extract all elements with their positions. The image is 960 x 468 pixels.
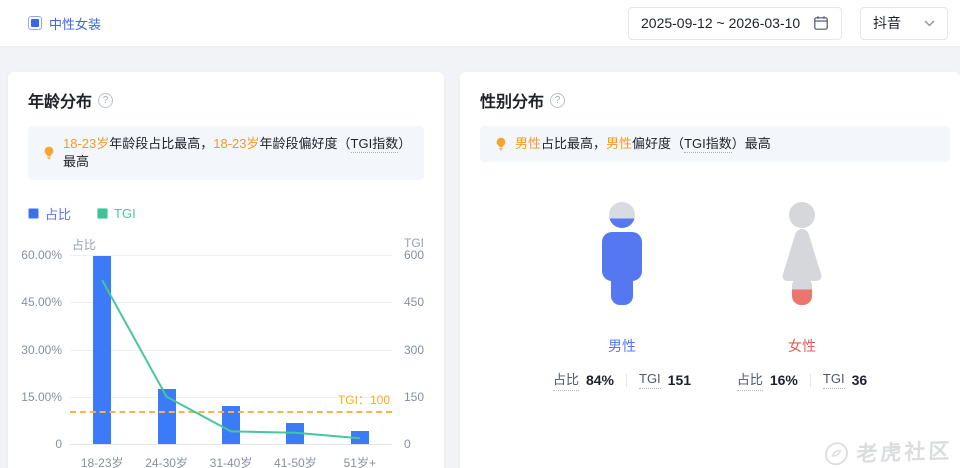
legend-item-tgi[interactable]: TGI <box>97 204 136 223</box>
main-content: 年龄分布 ? 18-23岁年龄段占比最高，18-23岁年龄段偏好度（TGI指数）… <box>8 72 960 468</box>
male-share-value: 84% <box>585 372 614 388</box>
gender-figures: 男性 占比 84% TGI 151 女性 占比 16% TGI 36 <box>480 202 950 391</box>
female-share-value: 16% <box>769 372 798 388</box>
x-axis-label: 41-50岁 <box>274 456 317 468</box>
gender-panel-title: 性别分布 <box>480 94 545 111</box>
insight-text: 占比最高， <box>541 136 607 151</box>
tgi-line-series <box>101 279 360 440</box>
top-toolbar: 中性女装 2025-09-12 ~ 2026-03-10 抖音 <box>0 0 960 46</box>
age-insight-text: 18-23岁年龄段占比最高，18-23岁年龄段偏好度（TGI指数）最高 <box>63 135 410 171</box>
gender-insight-banner: 男性占比最高，男性偏好度（TGI指数）最高 <box>480 126 950 162</box>
left-axis-tick: 45.00% <box>21 295 62 310</box>
help-icon[interactable]: ? <box>550 93 566 108</box>
insight-text: ）最高 <box>731 136 771 151</box>
male-tgi-value: 151 <box>667 372 692 388</box>
bulb-icon <box>494 137 508 151</box>
male-figure-block: 男性 占比 84% TGI 151 <box>532 202 712 391</box>
legend-swatch-icon <box>28 208 39 219</box>
gender-insight-text: 男性占比最高，男性偏好度（TGI指数）最高 <box>515 135 771 153</box>
legend-swatch-icon <box>97 208 109 219</box>
left-axis-tick: 15.00% <box>21 389 62 404</box>
left-axis-tick: 60.00% <box>21 248 62 262</box>
female-share-label: 占比 <box>736 369 763 391</box>
insight-text: TGI指数 <box>684 136 732 153</box>
left-axis-tick: 0 <box>55 437 62 451</box>
right-axis-tick: 600 <box>404 248 425 262</box>
age-insight-banner: 18-23岁年龄段占比最高，18-23岁年龄段偏好度（TGI指数）最高 <box>28 126 424 180</box>
category-filter-label: 中性女装 <box>49 16 102 32</box>
age-chart-legend: 占比 TGI <box>28 204 424 223</box>
divider <box>809 373 811 387</box>
male-tgi-label: TGI <box>639 371 661 389</box>
insight-highlight: 18-23岁 <box>213 136 260 151</box>
date-range-value: 2025-09-12 ~ 2026-03-10 <box>641 15 801 31</box>
legend-label: 占比 <box>45 207 72 222</box>
right-axis-tick: 450 <box>404 295 425 310</box>
x-axis-label: 24-30岁 <box>145 456 188 468</box>
insight-highlight: 18-23岁 <box>63 136 110 151</box>
date-range-picker[interactable]: 2025-09-12 ~ 2026-03-10 <box>628 6 842 40</box>
watermark: 老虎社区 @温度纪 <box>823 435 953 468</box>
legend-label: TGI <box>114 206 136 221</box>
insight-text: 年龄段偏好度（ <box>259 136 351 151</box>
right-axis-tick: 150 <box>404 389 425 404</box>
x-axis-label: 31-40岁 <box>209 456 253 468</box>
age-chart-plot: 占比 TGI 60.00% 45.00% 30.00% 15.00% 0 600 450 300 1… <box>21 236 424 468</box>
male-share-label: 占比 <box>552 369 579 391</box>
male-stats: 占比 84% TGI 151 <box>552 369 692 391</box>
insight-highlight: 男性 <box>515 136 542 151</box>
chevron-down-icon <box>924 20 935 27</box>
platform-select-value: 抖音 <box>873 15 901 31</box>
checkbox-icon[interactable] <box>28 16 42 30</box>
x-axis-label: 51岁+ <box>343 456 376 468</box>
tiger-logo-icon <box>824 441 849 466</box>
x-axis-label: 18-23岁 <box>80 456 124 468</box>
insight-text: 年龄段占比最高， <box>109 136 214 151</box>
watermark-brand: 老虎社区 <box>856 439 953 467</box>
platform-select[interactable]: 抖音 <box>860 6 948 40</box>
bulb-icon <box>42 146 56 160</box>
help-icon[interactable]: ? <box>98 93 114 108</box>
age-panel-title: 年龄分布 <box>28 94 93 111</box>
insight-text: 偏好度（ <box>632 136 685 151</box>
age-distribution-panel: 年龄分布 ? 18-23岁年龄段占比最高，18-23岁年龄段偏好度（TGI指数）… <box>8 72 444 468</box>
right-axis-tick: 300 <box>404 342 425 357</box>
female-figure-block: 女性 占比 16% TGI 36 <box>712 202 892 391</box>
left-axis-tick: 30.00% <box>21 342 62 357</box>
gender-distribution-panel: 性别分布 ? 男性占比最高，男性偏好度（TGI指数）最高 男性 占比 84% T… <box>460 72 960 468</box>
category-filter-tag[interactable]: 中性女装 <box>28 14 101 33</box>
age-chart: 占比 TGI 60.00% 45.00% 30.00% 15.00% 0 600 450 300 1… <box>21 227 424 468</box>
insight-highlight: 男性 <box>606 136 633 151</box>
female-tgi-label: TGI <box>822 371 845 389</box>
female-person-icon <box>782 202 822 305</box>
divider <box>626 373 627 387</box>
female-label: 女性 <box>788 338 816 354</box>
female-tgi-value: 36 <box>851 372 868 388</box>
calendar-icon <box>813 15 829 31</box>
female-stats: 占比 16% TGI 36 <box>736 369 868 391</box>
male-label: 男性 <box>608 338 636 354</box>
insight-text: TGI指数 <box>350 136 399 153</box>
male-person-icon <box>602 202 642 305</box>
legend-item-share[interactable]: 占比 <box>28 204 71 223</box>
left-axis-title: 占比 <box>72 238 97 252</box>
right-axis-tick: 0 <box>404 437 411 451</box>
